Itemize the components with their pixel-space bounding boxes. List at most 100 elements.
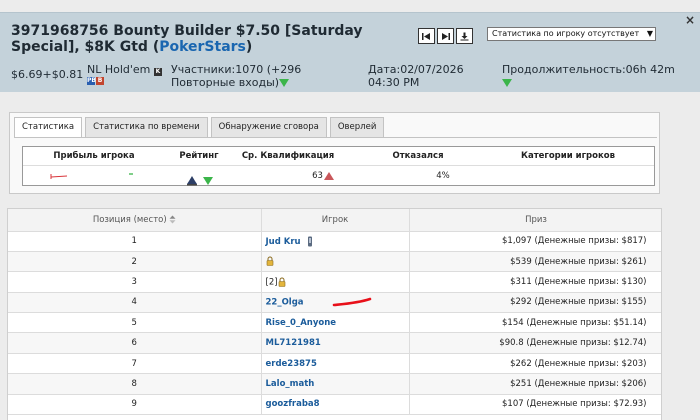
avg-qualification-number: 63 [312,171,323,181]
shark-rating-icon [187,176,197,186]
trend-down-icon [279,79,290,87]
tab-time-statistics[interactable]: Статистика по времени [85,117,208,137]
table-row[interactable]: 8 Lalo_math $251 (Денежные призы: $206) [8,373,661,395]
prize-cell: $292 (Денежные призы: $155) [409,292,661,314]
position-header-label: Позиция (место) [92,214,167,225]
player-name[interactable]: Lalo_math [266,379,315,389]
tournament-header: × 3971968756 Bounty Builder $7.50 [Satur… [0,12,700,92]
trend-down-icon [502,79,512,87]
profit-header: Прибыль игрока [53,151,135,161]
tab-divider [14,137,657,138]
player-cell[interactable]: [2] [261,271,410,293]
player-name: [2] [265,277,278,288]
select-value: Статистика по игроку отсутствует [492,29,640,38]
position-cell: 4 [8,292,262,314]
player-cell[interactable]: 22_Olga [261,292,410,314]
tournament-date: Дата:02/07/2026 04:30 PM [368,63,464,89]
game-label: NL Hold'em [87,63,151,76]
trend-down-icon [203,176,214,185]
close-icon[interactable]: × [685,14,695,26]
player-name[interactable]: Jud Kru [266,237,301,247]
table-row[interactable]: 4 22_Olga $292 (Денежные призы: $155) [8,292,661,314]
table-row[interactable]: 7 erde23875 $262 (Денежные призы: $203) [8,353,661,375]
buyin: $6.69+$0.81 [11,68,84,81]
download-button[interactable] [456,28,473,44]
stats-panel: Статистика Статистика по времени Обнаруж… [9,112,660,194]
site-link[interactable]: PokerStars [159,39,246,55]
prize-column-header[interactable]: Приз [409,209,661,232]
profit-sparkline [50,173,133,179]
highlight-stroke-icon [332,297,371,307]
player-name[interactable]: erde23875 [266,359,317,369]
results-table: Позиция (место) Игрок Приз 1 Jud Kru $1,… [7,208,662,420]
download-icon [460,32,469,40]
position-cell: 8 [8,373,262,395]
lock-icon [266,256,273,267]
player-figure-icon [307,236,312,247]
player-name[interactable]: ML7121981 [266,338,321,348]
player-cell[interactable]: Rise_0_Anyone [261,312,410,334]
position-cell: 6 [8,332,262,354]
table-row[interactable]: 2 $539 (Денежные призы: $261) [8,251,661,273]
tab-statistics[interactable]: Статистика [14,117,83,138]
skip-back-icon [422,32,430,40]
prize-cell: $107 (Денежные призы: $72.93) [409,394,661,416]
duration-text: Продолжительность:06h 42m [502,63,675,76]
player-categories-header: Категории игроков [521,151,615,161]
player-cell[interactable]: Lalo_math [261,373,410,395]
prize-cell: $154 (Денежные призы: $51.14) [409,312,661,334]
tab-overlay[interactable]: Оверлей [329,117,385,137]
tab-bar: Статистика Статистика по времени Обнаруж… [14,117,385,138]
bounty-badge-icon: B [96,77,104,85]
player-cell[interactable]: Jud Kru [261,231,410,252]
player-name[interactable]: goozfraba8 [266,399,320,409]
player-cell[interactable]: erde23875 [261,353,410,375]
table-row[interactable]: 1 Jud Kru $1,097 (Денежные призы: $817) [8,231,661,252]
table-header-row: Позиция (место) Игрок Приз [8,209,661,232]
sort-icon [169,215,176,224]
player-name[interactable]: Rise_0_Anyone [266,318,337,328]
avg-qualification-header: Ср. Квалификация [241,151,335,161]
table-row[interactable]: 3 [2] $311 (Денежные призы: $130) [8,271,661,293]
prize-cell: $1,097 (Денежные призы: $817) [409,231,661,252]
position-cell: 7 [8,353,262,375]
chevron-down-icon: ▼ [646,29,653,38]
participants: Участники:1070 (+296 Повторные входы) [171,63,321,89]
first-button[interactable] [418,28,435,44]
skip-forward-icon [442,32,450,40]
player-cell[interactable]: goozfraba8 [261,394,410,416]
next-button[interactable] [437,28,454,44]
player-column-header[interactable]: Игрок [261,209,410,232]
rating-header: Рейтинг [179,151,219,161]
summary-divider [23,165,654,166]
refused-header: Отказался [392,151,444,161]
player-cell[interactable] [261,251,410,273]
summary-box: Прибыль игрока Рейтинг Ср. Квалификация … [22,146,655,186]
pb-badge-icon: PB [87,77,96,85]
player-cell[interactable]: ML7121981 [261,332,410,354]
position-cell: 1 [8,231,262,252]
prize-cell: $311 (Денежные призы: $130) [409,271,661,293]
avg-qualification-value: 63 [293,171,353,181]
trend-up-icon [323,171,334,180]
table-row[interactable]: 5 Rise_0_Anyone $154 (Денежные призы: $5… [8,312,661,334]
prize-cell: $262 (Денежные призы: $203) [409,353,661,375]
prize-cell: $539 (Денежные призы: $261) [409,251,661,273]
prize-cell: $90.8 (Денежные призы: $12.74) [409,332,661,354]
position-column-header[interactable]: Позиция (место) [8,209,262,232]
duration: Продолжительность:06h 42m [502,63,698,89]
title-paren: ) [245,39,253,55]
tab-collusion-detection[interactable]: Обнаружение сговора [210,117,327,137]
table-row[interactable]: 9 goozfraba8 $107 (Денежные призы: $72.9… [8,394,661,416]
refused-value: 4% [436,171,450,181]
player-name[interactable]: 22_Olga [266,298,304,308]
replay-nav [418,28,473,44]
tournament-title: 3971968756 Bounty Builder $7.50 [Saturda… [11,23,411,55]
position-cell: 2 [8,251,262,273]
position-cell: 9 [8,394,262,416]
lock-icon [278,277,285,287]
table-row[interactable]: 6 ML7121981 $90.8 (Денежные призы: $12.7… [8,332,661,354]
k-badge-icon: K [153,68,162,76]
position-cell: 3 [8,271,262,293]
player-stats-select[interactable]: Статистика по игроку отсутствует ▼ [487,27,656,41]
